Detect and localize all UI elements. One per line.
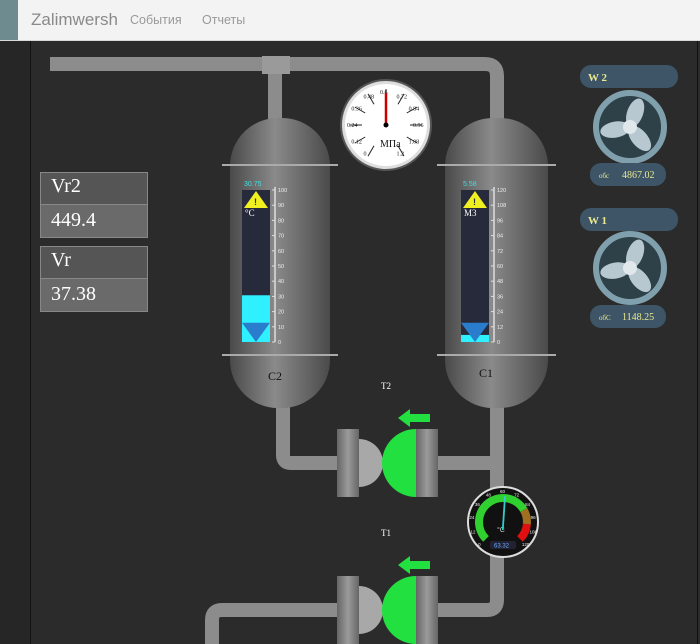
pressure-unit: МПа [380,139,401,150]
scale-label: 108 [497,203,506,209]
scale-label: 80 [278,218,284,224]
warning-mark: ! [473,197,476,207]
fan-value: 1148.25 [622,312,654,323]
fan-w1[interactable]: W 1 обС 1148.25 [580,208,678,328]
panel-label: Vr2 [41,173,147,205]
scale-label: 90 [278,203,284,209]
pump-t2[interactable] [337,409,438,497]
scale-label: 48 [497,279,503,285]
pump-flange [416,576,438,644]
pump-flange [337,576,359,644]
temp-readout: 63.32 [494,544,510,550]
scale-label: 24 [497,310,503,316]
panel-value: 449.4 [41,205,147,237]
tank-c2 [222,118,338,408]
scale-label: 0 [497,340,500,346]
gauge-tick-label: 1.2 [397,152,405,158]
pump-body [359,586,383,634]
scale-label: 30 [278,294,284,300]
scale-label: 10 [278,325,284,331]
pump-status [382,429,416,497]
scale-label: 100 [278,188,287,194]
panel-label: Vr [41,247,147,279]
gauge-tick-label: 120 [522,542,530,547]
level-reading: 30.75 [244,181,262,188]
level-unit: °C [245,208,255,218]
pump-label-t2: T2 [381,381,391,391]
gauge-tick-label: 24 [469,515,475,520]
tank-label-c2: C2 [268,369,282,383]
gauge-tick-label: 84 [525,502,531,507]
arrow-left-icon [398,556,430,574]
pump-t1[interactable] [337,556,438,644]
pipe-joint [262,56,290,74]
fan-hub [623,120,637,134]
scheme: !°C30.750102030405060708090100!М35.58012… [50,56,678,644]
gauge-tick-label: 60 [500,489,506,494]
scale-label: 0 [278,340,281,346]
scale-label: 60 [278,249,284,255]
pump-flange [416,429,438,497]
gauge-tick-label: 108 [529,530,537,535]
level-unit: М3 [464,208,477,218]
scale-label: 72 [497,249,503,255]
level-reading: 5.58 [463,181,477,188]
tank-c1 [437,118,556,408]
gauge-tick-label: 12 [471,530,477,535]
gauge-tick-label: 0.12 [351,140,362,146]
pump-status [382,576,416,644]
scale-label: 84 [497,234,503,240]
gauge-tick-label: 36 [475,502,481,507]
scale-label: 96 [497,218,503,224]
fan-unit: обс [599,172,609,180]
gauge-tick-label: 0.48 [364,94,375,100]
fan-unit: обС [599,314,611,322]
panel-vr: Vr 37.38 [40,246,148,312]
needle-hub [383,122,389,128]
scale-label: 40 [278,279,284,285]
scale-label: 70 [278,234,284,240]
panel-value: 37.38 [41,279,147,311]
gauge-tick-label: 0 [364,152,367,158]
scale-label: 36 [497,294,503,300]
gauge-tick-label: 72 [514,492,520,497]
scale-label: 20 [278,310,284,316]
gauge-tick-label: 0.36 [351,107,362,113]
fan-hub [623,261,637,275]
scale-label: 50 [278,264,284,270]
fan-w2[interactable]: W 2 обс 4867.02 [580,65,678,186]
pump-body [359,439,383,487]
pump-flange [337,429,359,497]
gauge-tick-label: 0.24 [347,123,358,129]
pump-label-t1: T1 [381,528,391,538]
tank-label-c1: C1 [479,366,493,380]
gauge-tick-label: 96 [531,515,537,520]
scale-label: 12 [497,325,503,331]
pressure-gauge: МПа 00.120.240.360.480.60.720.840.961.08… [340,79,432,171]
fan-value: 4867.02 [622,170,655,181]
warning-mark: ! [254,197,257,207]
fan-name: W 1 [588,215,607,227]
temperature-gauge: °C 63.32 01224364860728496108120 [467,486,539,558]
panel-vr2: Vr2 449.4 [40,172,148,238]
gauge-band-amber [520,508,531,525]
gauge-tick-label: 0.96 [413,123,424,129]
gauge-tick-label: 0.84 [409,107,420,113]
fan-name: W 2 [588,72,608,84]
arrow-left-icon [398,409,430,427]
scale-label: 60 [497,264,503,270]
gauge-tick-label: 1.08 [409,140,420,146]
scale-label: 120 [497,188,506,194]
gauge-tick-label: 48 [486,492,492,497]
gauge-tick-label: 0.72 [397,94,408,100]
